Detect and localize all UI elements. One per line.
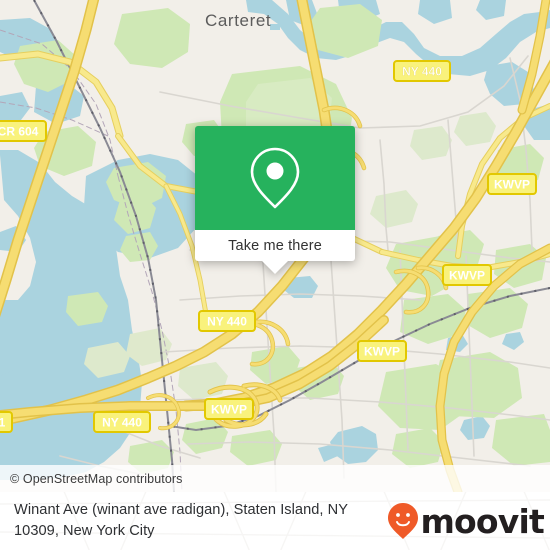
location-popup-card[interactable]: Take me there — [195, 126, 355, 274]
location-address: Winant Ave (winant ave radigan), Staten … — [0, 500, 387, 542]
moovit-wordmark: moovit — [420, 501, 544, 541]
road-shield-ny440-bottom: NY 440 — [93, 411, 151, 433]
road-shield-ny440-top: NY 440 — [393, 60, 451, 82]
road-shield-kwvp-right-top: KWVP — [487, 173, 537, 195]
moovit-pin-icon — [388, 503, 419, 539]
svg-text:NY 440: NY 440 — [102, 416, 142, 430]
svg-text:NY 440: NY 440 — [207, 315, 247, 329]
svg-text:Carteret: Carteret — [205, 11, 271, 30]
address-line-2: 10309, New York City — [14, 523, 155, 539]
road-shield-kwvp-right-mid: KWVP — [442, 264, 492, 286]
map-share-card: Carteret NY 440 CR 604 KWVP KWVP NY 440 … — [0, 0, 550, 550]
road-shield-kwvp-bottom: KWVP — [204, 398, 254, 420]
map-pin-icon — [250, 147, 300, 209]
take-me-there-button[interactable]: Take me there — [195, 230, 355, 261]
moovit-logo[interactable]: moovit — [387, 501, 545, 541]
map-place-label-carteret: Carteret — [205, 11, 271, 30]
svg-text:NY 440: NY 440 — [402, 65, 442, 79]
popup-header — [195, 126, 355, 230]
footer-bar: Winant Ave (winant ave radigan), Staten … — [0, 492, 550, 550]
svg-text:KWVP: KWVP — [449, 269, 485, 283]
road-shield-ny440-mid: NY 440 — [198, 310, 256, 332]
take-me-there-label: Take me there — [228, 237, 322, 254]
map-attribution-bar: © OpenStreetMap contributors — [0, 465, 550, 492]
attribution-text: © OpenStreetMap contributors — [10, 471, 183, 486]
svg-text:KWVP: KWVP — [364, 345, 400, 359]
road-shield-route-1: 1 — [0, 411, 13, 433]
road-shield-cr604: CR 604 — [0, 120, 47, 142]
svg-text:KWVP: KWVP — [211, 403, 247, 417]
address-line-1: Winant Ave (winant ave radigan), Staten … — [14, 502, 348, 518]
svg-text:KWVP: KWVP — [494, 178, 530, 192]
popup-tail-arrow — [262, 261, 288, 274]
map-canvas[interactable]: Carteret NY 440 CR 604 KWVP KWVP NY 440 … — [0, 0, 550, 492]
road-shield-kwvp-center: KWVP — [357, 340, 407, 362]
svg-text:CR 604: CR 604 — [0, 125, 39, 139]
svg-text:1: 1 — [0, 416, 6, 430]
